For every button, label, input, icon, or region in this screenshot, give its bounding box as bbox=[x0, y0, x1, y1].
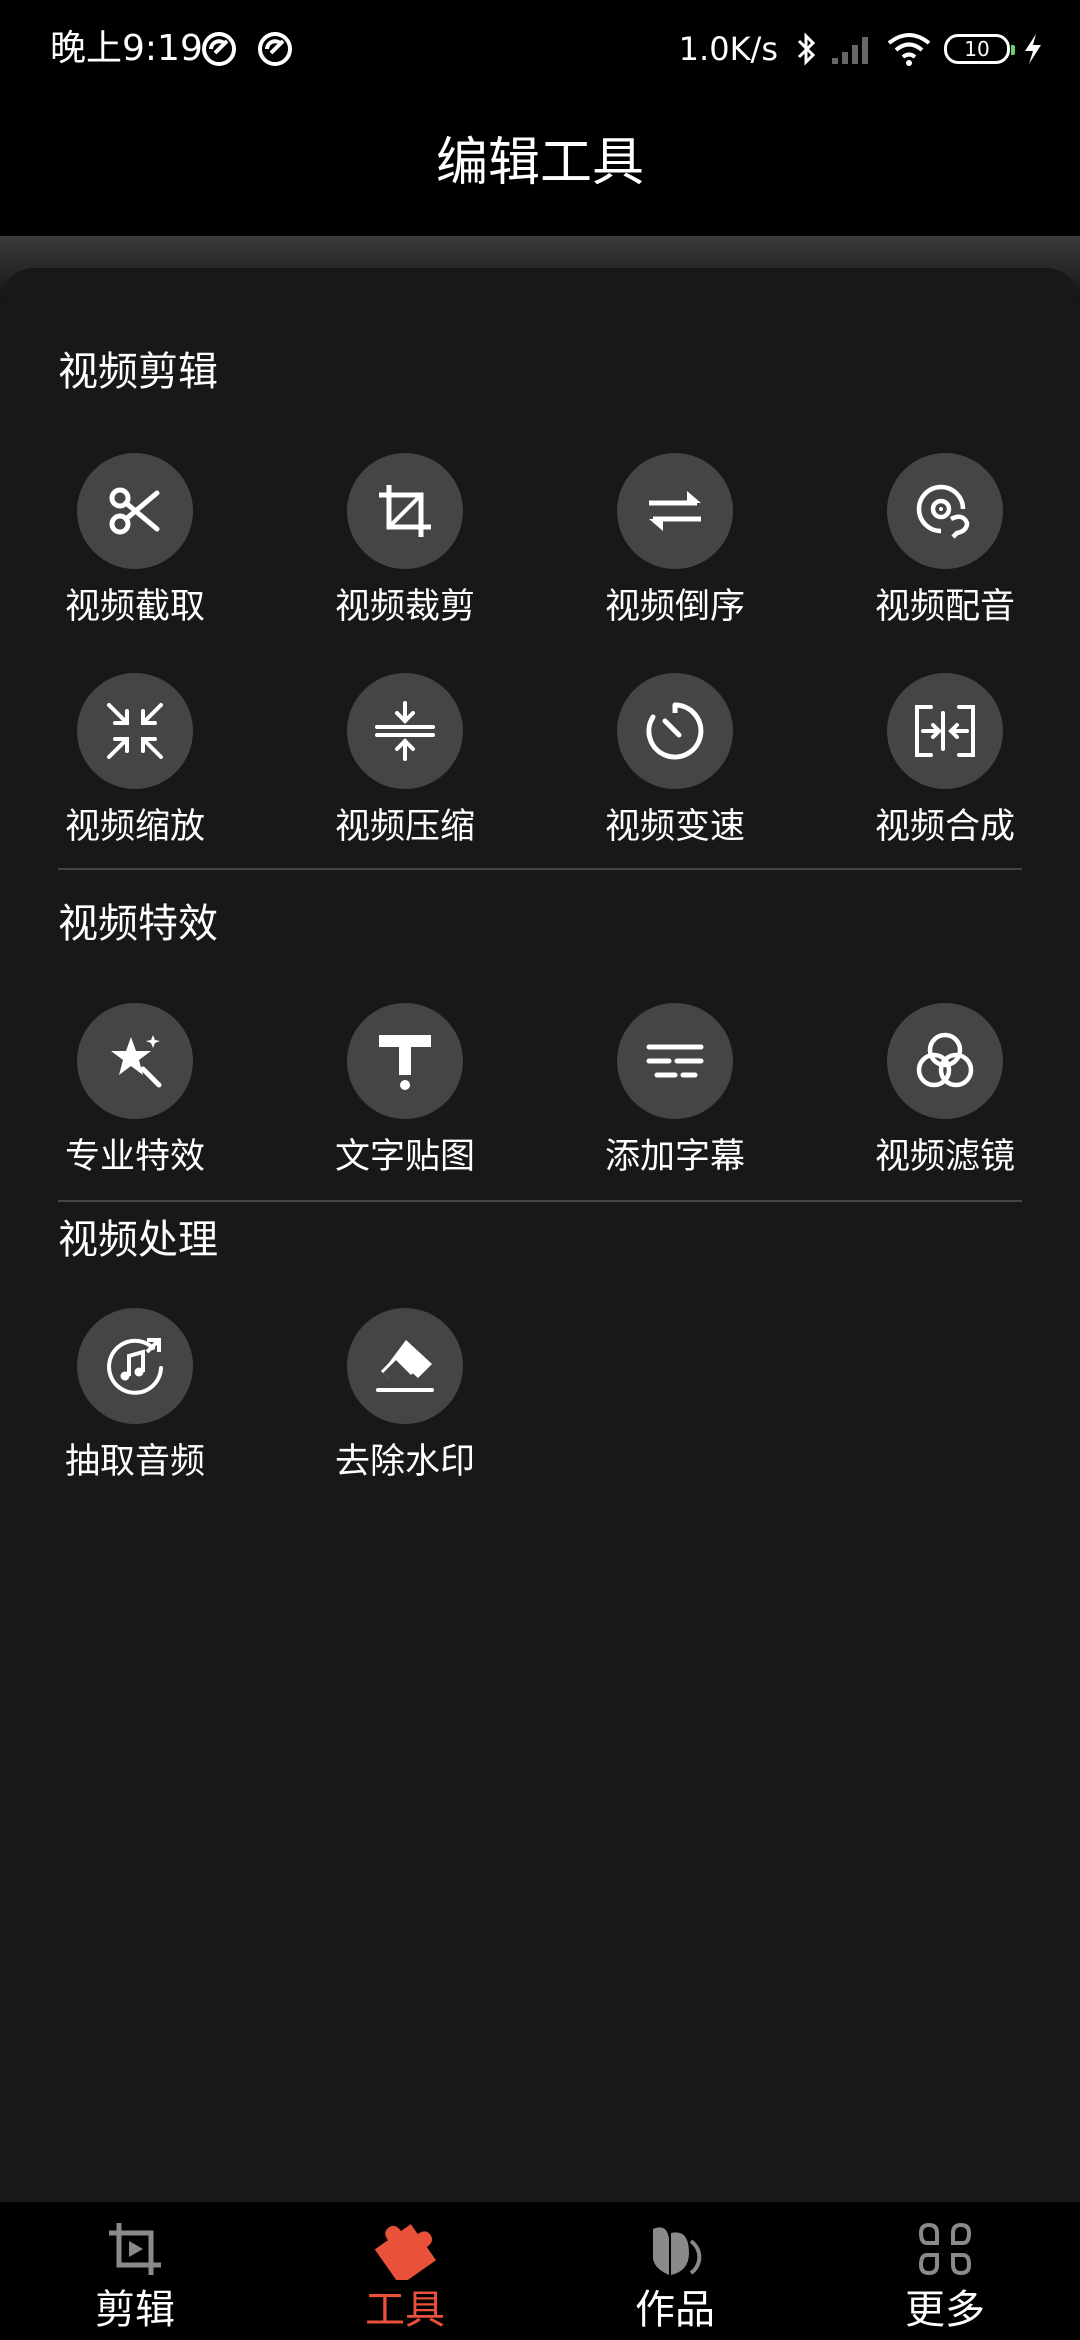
tool-icon-circle bbox=[347, 1003, 463, 1119]
section-title-process: 视频处理 bbox=[58, 1217, 218, 1263]
notification-app-icon bbox=[258, 32, 292, 66]
nav-icon bbox=[104, 2218, 166, 2280]
tool-label: 文字贴图 bbox=[334, 1137, 475, 1177]
text-icon bbox=[379, 1035, 431, 1090]
tool-label: 去除水印 bbox=[334, 1442, 475, 1482]
page-title: 编辑工具 bbox=[435, 133, 644, 193]
app-header: 编辑工具 bbox=[0, 98, 1080, 236]
section-title-effects: 视频特效 bbox=[58, 901, 218, 947]
tool-video-trim[interactable]: 视频截取 bbox=[35, 453, 235, 643]
nav-item-edit[interactable]: 剪辑 bbox=[0, 2202, 270, 2340]
tool-label: 视频压缩 bbox=[334, 807, 475, 847]
tool-label: 视频截取 bbox=[64, 587, 205, 627]
nav-icon bbox=[374, 2218, 436, 2280]
merge-icon bbox=[915, 705, 975, 757]
tool-icon-circle bbox=[347, 1308, 463, 1424]
bottom-nav: 剪辑 工具 作品 更多 bbox=[0, 2202, 1080, 2340]
status-time: 晚上9:19 bbox=[50, 28, 203, 69]
tool-icon-circle bbox=[617, 1003, 733, 1119]
tool-icon-circle bbox=[77, 1308, 193, 1424]
tool-label: 专业特效 bbox=[64, 1137, 205, 1177]
tool-label: 视频滤镜 bbox=[874, 1137, 1015, 1177]
battery-indicator: 10 bbox=[944, 34, 1015, 64]
tool-icon-circle bbox=[887, 673, 1003, 789]
tool-label: 视频合成 bbox=[874, 807, 1015, 847]
filter-circles-icon bbox=[916, 1032, 974, 1088]
tool-video-merge[interactable]: 视频合成 bbox=[845, 673, 1045, 863]
tool-icon-circle bbox=[887, 453, 1003, 569]
tool-icon-circle bbox=[77, 673, 193, 789]
nav-icon bbox=[644, 2218, 706, 2280]
tool-add-subtitle[interactable]: 添加字幕 bbox=[575, 1003, 775, 1193]
tool-icon-circle bbox=[347, 673, 463, 789]
tool-label: 视频变速 bbox=[604, 807, 745, 847]
speed-dial-icon bbox=[646, 702, 704, 760]
dubbing-icon bbox=[916, 484, 970, 539]
tool-icon-circle bbox=[347, 453, 463, 569]
works-icon bbox=[653, 2227, 702, 2275]
subtitle-lines-icon bbox=[646, 1044, 704, 1078]
tool-icon-circle bbox=[617, 453, 733, 569]
nav-label: 作品 bbox=[635, 2287, 715, 2333]
crop-play-icon bbox=[109, 2223, 161, 2275]
tool-video-compress[interactable]: 视频压缩 bbox=[305, 673, 505, 863]
swap-arrows-icon bbox=[649, 491, 701, 531]
scissors-icon bbox=[109, 487, 160, 535]
section-title-edit: 视频剪辑 bbox=[58, 349, 218, 395]
signal-icon bbox=[832, 37, 868, 64]
nav-icon bbox=[914, 2218, 976, 2280]
status-right: 1.0K/s 10 bbox=[679, 24, 1044, 74]
nav-label: 工具 bbox=[365, 2287, 445, 2333]
tool-label: 视频倒序 bbox=[604, 587, 745, 627]
nav-item-tools[interactable]: 工具 bbox=[270, 2202, 540, 2340]
more-grid-icon bbox=[918, 2222, 972, 2276]
tool-extract-audio[interactable]: 抽取音频 bbox=[35, 1308, 235, 1498]
magic-star-icon bbox=[111, 1035, 162, 1088]
status-bar: 晚上9:19 1.0K/s 10 bbox=[0, 0, 1080, 98]
net-speed: 1.0K/s bbox=[678, 30, 778, 68]
tool-icon-circle bbox=[77, 453, 193, 569]
bluetooth-icon bbox=[797, 32, 816, 66]
tool-pro-effects[interactable]: 专业特效 bbox=[35, 1003, 235, 1193]
tool-video-dubbing[interactable]: 视频配音 bbox=[845, 453, 1045, 643]
nav-item-more[interactable]: 更多 bbox=[810, 2202, 1080, 2340]
tool-label: 视频裁剪 bbox=[334, 587, 475, 627]
charging-bolt-icon bbox=[1025, 34, 1041, 64]
section-divider bbox=[58, 1200, 1022, 1202]
tool-video-scale[interactable]: 视频缩放 bbox=[35, 673, 235, 863]
puzzle-icon bbox=[374, 2224, 436, 2280]
tool-video-crop[interactable]: 视频裁剪 bbox=[305, 453, 505, 643]
tool-video-speed[interactable]: 视频变速 bbox=[575, 673, 775, 863]
tool-video-reverse[interactable]: 视频倒序 bbox=[575, 453, 775, 643]
crop-icon bbox=[379, 485, 431, 537]
eraser-icon bbox=[376, 1340, 434, 1392]
notification-app-icon bbox=[202, 32, 236, 66]
status-left-icons bbox=[200, 30, 294, 68]
tools-panel: 视频剪辑 视频截取 视频裁剪 视频倒序 视频配音 视频缩放 视频压缩 视频变速 … bbox=[0, 268, 1080, 2202]
nav-item-works[interactable]: 作品 bbox=[540, 2202, 810, 2340]
music-note-icon bbox=[107, 1338, 163, 1395]
tool-video-filter[interactable]: 视频滤镜 bbox=[845, 1003, 1045, 1193]
tool-label: 视频缩放 bbox=[64, 807, 205, 847]
tool-icon-circle bbox=[617, 673, 733, 789]
tool-icon-circle bbox=[77, 1003, 193, 1119]
tool-icon-circle bbox=[887, 1003, 1003, 1119]
nav-label: 更多 bbox=[905, 2287, 985, 2333]
screen: 晚上9:19 1.0K/s 10 编辑工具 视频剪辑 视频截取 视频裁剪 视频倒… bbox=[0, 0, 1080, 2340]
tool-text-sticker[interactable]: 文字贴图 bbox=[305, 1003, 505, 1193]
tool-label: 抽取音频 bbox=[64, 1442, 205, 1482]
tool-label: 视频配音 bbox=[874, 587, 1015, 627]
tool-label: 添加字幕 bbox=[604, 1137, 745, 1177]
wifi-icon bbox=[887, 33, 931, 66]
compress-icon bbox=[375, 701, 435, 761]
section-divider bbox=[58, 868, 1022, 870]
tool-remove-watermark[interactable]: 去除水印 bbox=[305, 1308, 505, 1498]
shrink-icon bbox=[107, 703, 163, 759]
nav-label: 剪辑 bbox=[95, 2287, 175, 2333]
battery-level: 10 bbox=[964, 37, 990, 61]
